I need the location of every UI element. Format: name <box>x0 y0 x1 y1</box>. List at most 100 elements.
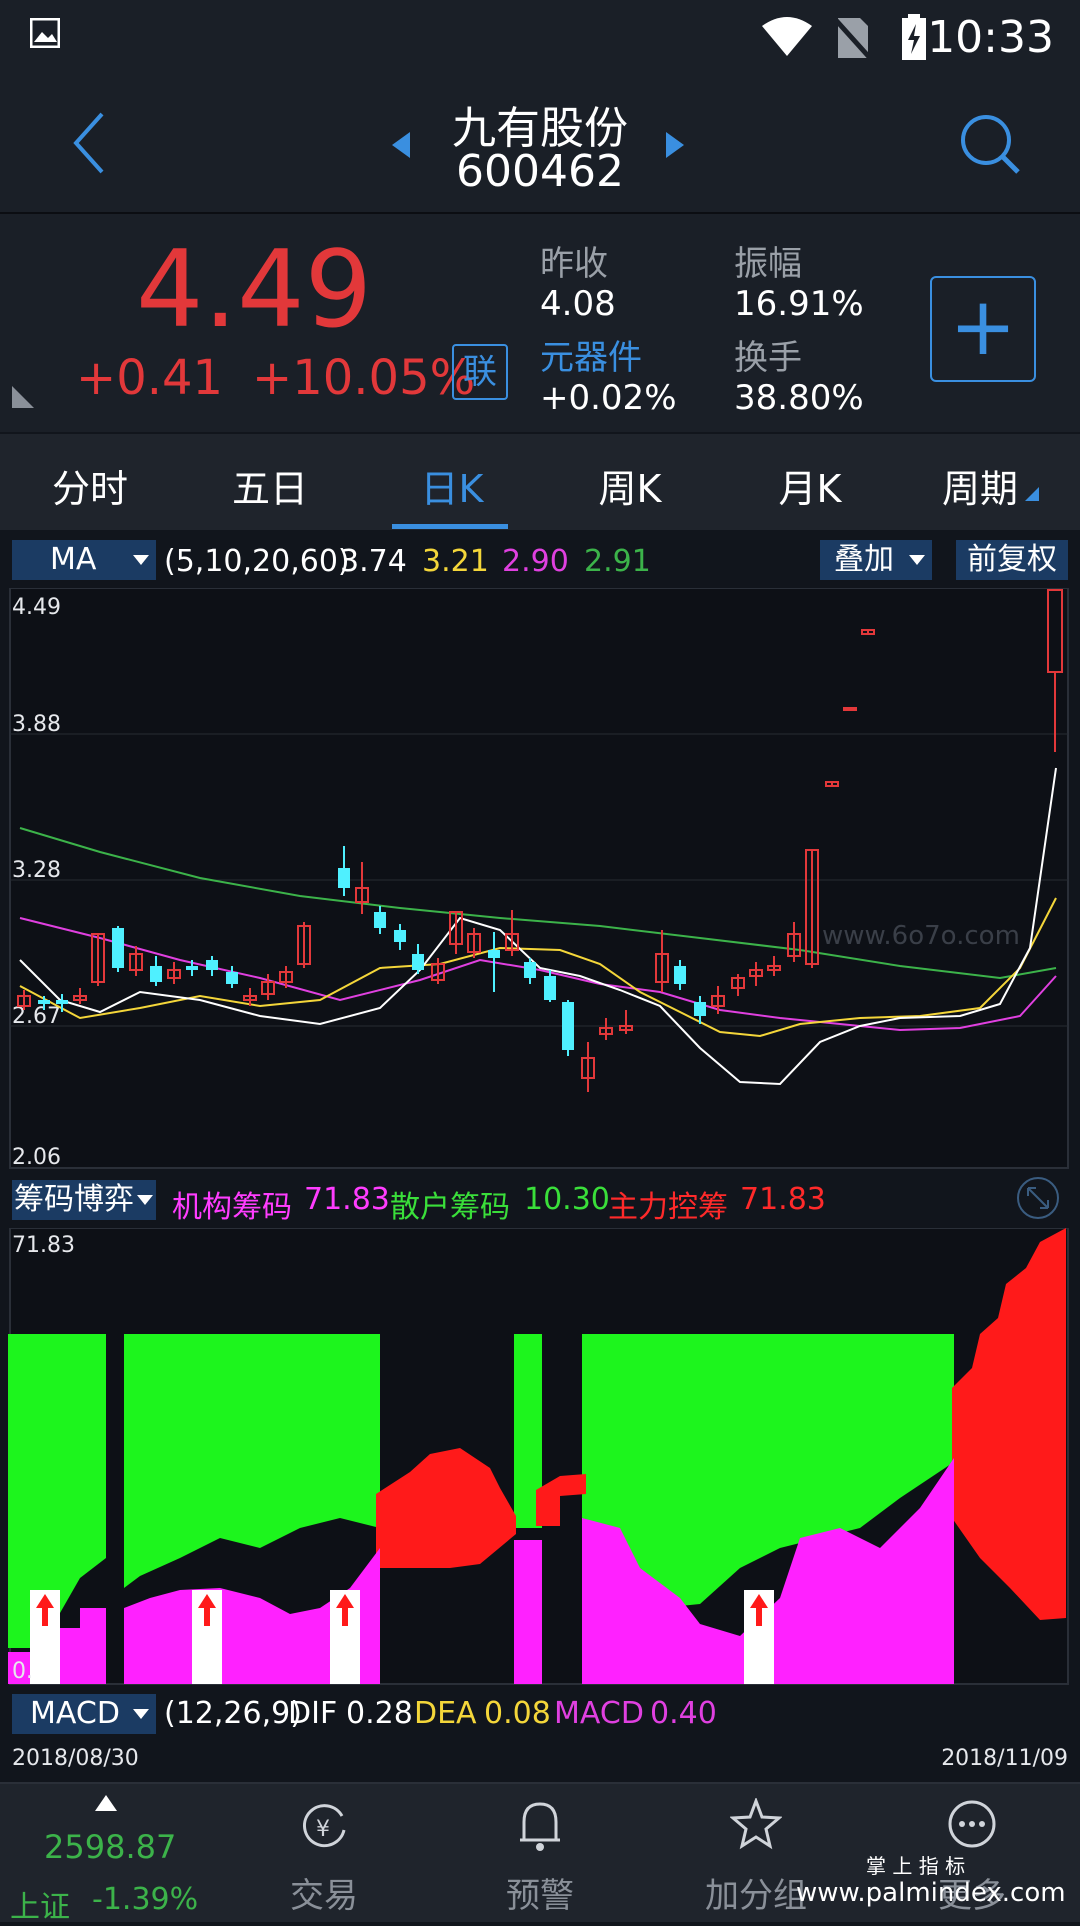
chip-indicator-label: 筹码博弈 <box>14 1182 134 1217</box>
candle-body <box>694 1002 706 1016</box>
date-range-row: 2018/08/30 2018/11/09 <box>0 1740 1080 1780</box>
candle-body <box>674 966 686 984</box>
ma-indicator-dropdown[interactable]: MA <box>12 540 156 580</box>
candle-body <box>226 972 238 984</box>
bell-icon <box>520 1802 560 1851</box>
no-sim-icon <box>832 16 872 60</box>
price-change-pct: +10.05% <box>252 350 476 406</box>
gallery-icon <box>30 18 60 48</box>
macd-label: MACD <box>554 1696 644 1731</box>
chip-legend-bar: 筹码博弈 机构筹码 71.83 散户筹码 10.30 主力控筹 71.83 <box>0 1172 1080 1228</box>
y-tick-label: 2.06 <box>12 1145 61 1170</box>
link-badge[interactable]: 联 <box>452 344 508 400</box>
watermark-title: 掌 上 指 标 <box>866 1854 966 1878</box>
ma20-value: 2.90 <box>502 544 569 579</box>
amplitude-value: 16.91% <box>734 284 864 324</box>
institution-chip-area <box>514 1540 542 1684</box>
main-control-value: 71.83 <box>740 1182 826 1217</box>
macd-indicator-dropdown[interactable]: MACD <box>12 1694 156 1734</box>
search-icon[interactable] <box>958 112 1022 176</box>
index-quote[interactable]: 2598.87 上证 -1.39% <box>0 1784 220 1925</box>
yen-exchange-icon: ¥ <box>303 1804 346 1848</box>
macd-params: (12,26,9) <box>164 1696 302 1731</box>
dropdown-arrow-icon <box>133 555 149 565</box>
index-change: -1.39% <box>92 1882 199 1917</box>
tab-weekly-k[interactable]: 周K <box>570 458 690 513</box>
ma5-value: 3.74 <box>340 544 407 579</box>
dif-value: 0.28 <box>346 1696 413 1731</box>
ma10-value: 3.21 <box>422 544 489 579</box>
amplitude-label: 振幅 <box>734 244 802 284</box>
quote-panel: 4.49 +0.41 +10.05% 联 昨收 4.08 元器件 +0.02% … <box>0 214 1080 432</box>
institution-chip-value: 71.83 <box>304 1182 390 1217</box>
tab-five-day[interactable]: 五日 <box>210 458 330 513</box>
current-price: 4.49 <box>136 228 373 351</box>
tab-monthly-k[interactable]: 月K <box>750 458 870 513</box>
y-tick-label: 2.67 <box>12 1004 61 1029</box>
dropdown-arrow-icon <box>137 1195 153 1205</box>
sector-label[interactable]: 元器件 <box>540 330 642 379</box>
battery-icon <box>902 14 926 60</box>
start-date: 2018/08/30 <box>12 1746 139 1771</box>
bottom-navigation: 2598.87 上证 -1.39% ¥ 交易 预警 加分组 更多 掌 上 指 标… <box>0 1782 1080 1925</box>
dea-label: DEA <box>414 1696 477 1731</box>
svg-text:¥: ¥ <box>316 1817 330 1842</box>
clock: 10:33 <box>927 12 1054 63</box>
end-date: 2018/11/09 <box>941 1746 1068 1771</box>
candlestick-chart[interactable]: 4.49 3.88 3.28 2.67 2.06 www.6o7o.com <box>0 588 1080 1170</box>
expand-icon[interactable] <box>1016 1176 1060 1220</box>
tab-intraday[interactable]: 分时 <box>30 458 150 513</box>
star-icon <box>730 1798 782 1850</box>
wifi-icon <box>762 17 812 56</box>
tab-period[interactable]: 周期 <box>920 458 1040 513</box>
candle-body <box>186 966 198 970</box>
add-watchlist-button[interactable]: + <box>930 276 1036 382</box>
macd-indicator-label: MACD <box>30 1696 120 1731</box>
dea-value: 0.08 <box>484 1696 551 1731</box>
candle-body <box>112 928 124 968</box>
nav-trade[interactable]: ¥ 交易 <box>244 1784 404 1922</box>
status-bar: 10:33 <box>0 0 1080 80</box>
retail-chip-label: 散户筹码 <box>390 1190 510 1225</box>
macd-legend-bar: MACD (12,26,9) DIF 0.28 DEA 0.08 MACD 0.… <box>0 1686 1080 1740</box>
nav-alert[interactable]: 预警 <box>460 1784 620 1922</box>
candle-body <box>412 954 424 970</box>
ma-indicator-label: MA <box>50 542 97 577</box>
period-tabs: 分时 五日 日K 周K 月K 周期 <box>0 434 1080 530</box>
period-dropdown-icon <box>1025 487 1039 501</box>
ma-params: (5,10,20,60) <box>164 544 350 579</box>
active-tab-indicator <box>392 524 508 529</box>
candle-body <box>562 1002 574 1050</box>
watermark-url: www.palmindex.com <box>796 1878 1066 1908</box>
candle-body <box>524 962 536 978</box>
candle-body <box>56 1000 68 1004</box>
candle-body <box>544 976 556 1000</box>
candle-body <box>338 868 350 888</box>
price-change: +0.41 <box>76 350 224 406</box>
index-value: 2598.87 <box>44 1828 177 1866</box>
nav-alert-label: 预警 <box>506 1876 574 1916</box>
kchart-legend-bar: MA (5,10,20,60) 3.74 3.21 2.90 2.91 叠加 前… <box>0 532 1080 588</box>
prev-close-value: 4.08 <box>540 284 616 324</box>
tab-daily-k[interactable]: 日K <box>392 458 512 513</box>
overlay-label: 叠加 <box>834 542 894 577</box>
adjust-button[interactable]: 前复权 <box>956 540 1068 580</box>
candle-body <box>206 960 218 970</box>
index-name: 上证 <box>10 1890 70 1925</box>
up-arrow-icon <box>95 1795 117 1811</box>
chip-y-top: 71.83 <box>12 1233 75 1258</box>
next-stock-icon[interactable] <box>664 130 686 160</box>
watermark: www.6o7o.com <box>822 921 1020 951</box>
chip-indicator-dropdown[interactable]: 筹码博弈 <box>12 1180 156 1220</box>
y-tick-label: 3.88 <box>12 712 61 737</box>
ma60-value: 2.91 <box>584 544 651 579</box>
more-icon <box>948 1800 996 1848</box>
overlay-dropdown[interactable]: 叠加 <box>820 540 932 580</box>
candle-body <box>394 930 406 942</box>
nav-trade-label: 交易 <box>290 1876 358 1916</box>
candle-body <box>488 950 500 958</box>
dif-label: DIF <box>288 1696 338 1731</box>
dropdown-arrow-icon <box>133 1709 149 1719</box>
chip-game-chart[interactable]: 71.83 0. <box>0 1228 1080 1686</box>
main-control-label: 主力控筹 <box>608 1190 728 1225</box>
